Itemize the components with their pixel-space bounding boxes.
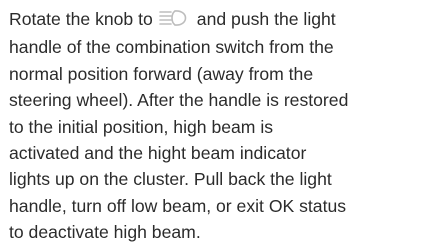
high-beam-icon — [158, 8, 193, 34]
text-line: to the initial position, high beam is — [9, 116, 274, 137]
text-line: handle, turn off low beam, or exit OK st… — [9, 195, 347, 216]
text-line: steering wheel). After the handle is res… — [9, 90, 349, 111]
text-line: handle of the combination switch from th… — [9, 37, 334, 58]
text-line: lights up on the cluster. Pull back the … — [9, 169, 332, 190]
instruction-paragraph: Rotate the knob to and push the light ha… — [9, 6, 427, 246]
text-line: to deactivate high beam. — [9, 222, 201, 243]
text-line: activated and the hight beam indicator — [9, 143, 307, 164]
text-line: normal position forward (away from the — [9, 63, 314, 84]
text-segment: Rotate the knob to — [9, 9, 153, 29]
text-segment: and push the light — [196, 9, 336, 29]
text-line: Rotate the knob to and push the light — [9, 6, 427, 34]
